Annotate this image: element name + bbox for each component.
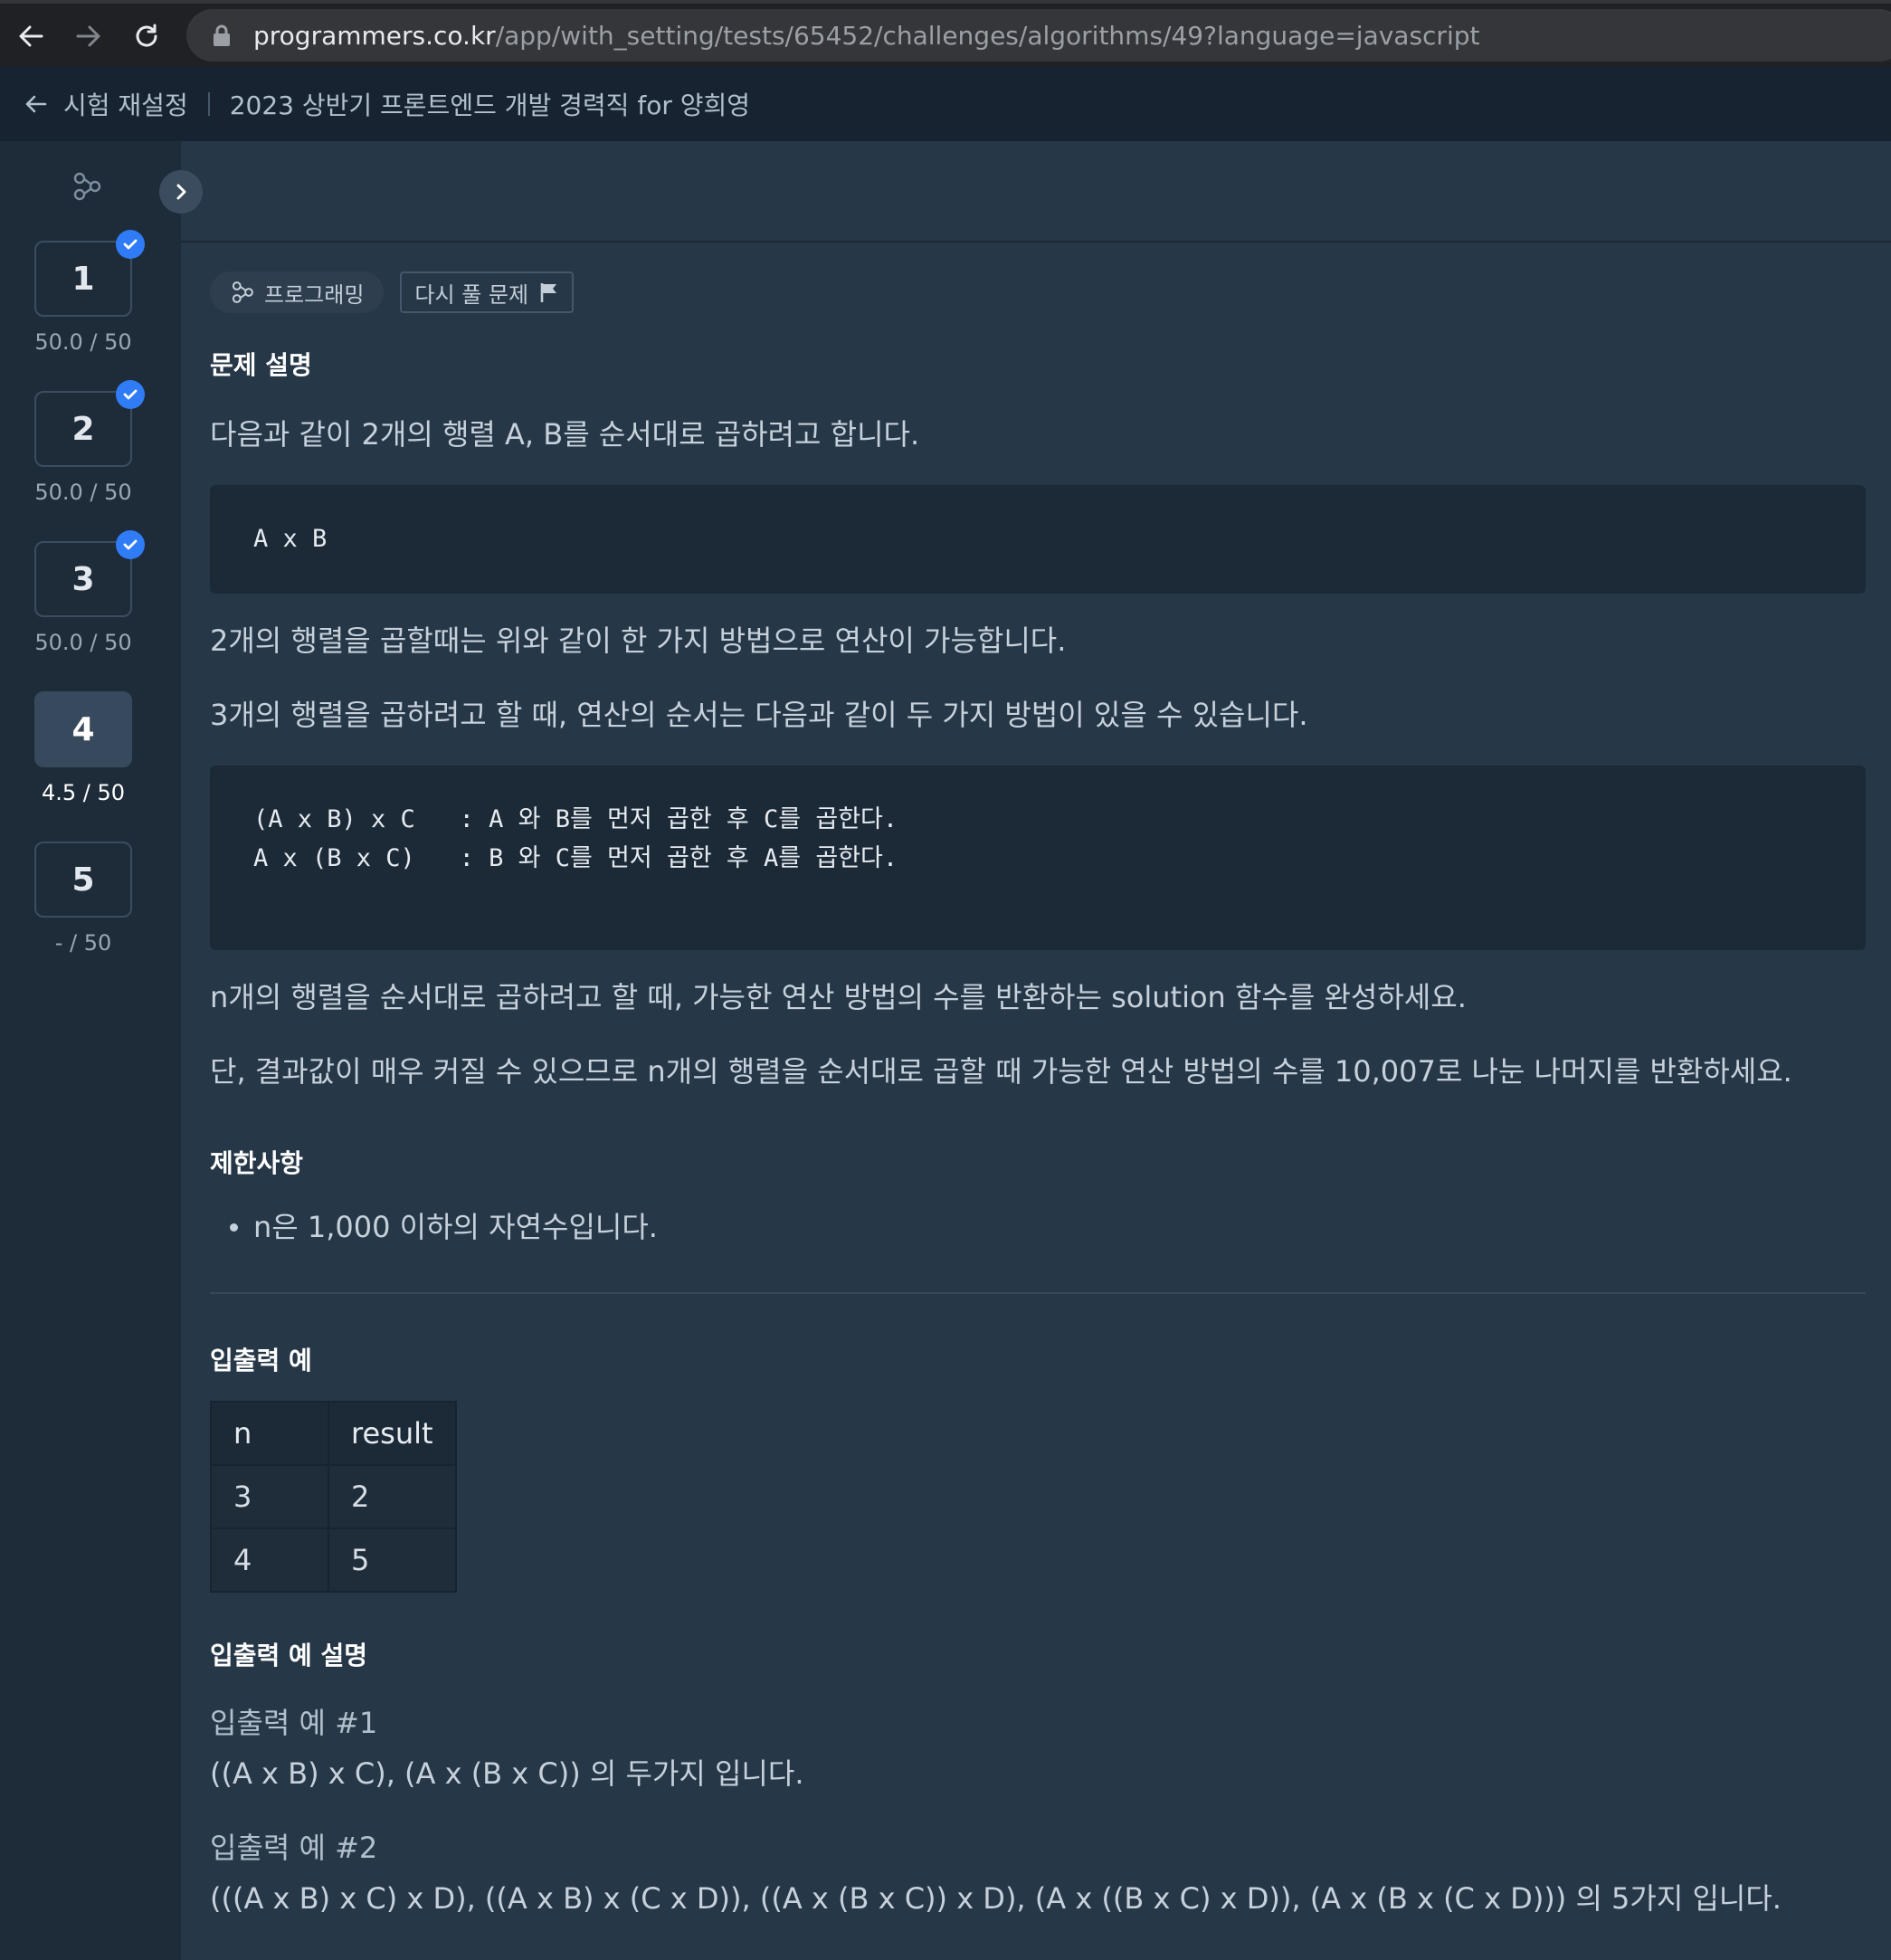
reset-exam-link[interactable]: 시험 재설정 — [24, 86, 188, 122]
example-text: (((A x B) x C) x D), ((A x B) x (C x D))… — [210, 1881, 1782, 1916]
table-cell: 2 — [328, 1464, 457, 1529]
sidebar-toggle-button[interactable] — [159, 170, 203, 214]
browser-toolbar: programmers.co.kr/app/with_setting/tests… — [0, 0, 1891, 67]
check-icon — [116, 380, 145, 409]
table-cell: 4 — [210, 1527, 329, 1593]
arrow-right-icon — [76, 25, 100, 47]
chevron-right-icon — [176, 184, 186, 200]
example-text: ((A x B) x C), (A x (B x C)) 의 두가지 입니다. — [210, 1756, 804, 1791]
programming-icon — [232, 281, 253, 303]
table-row: 4 5 — [210, 1527, 457, 1593]
question-score: 50.0 / 50 — [34, 329, 132, 355]
table-header-row: n result — [210, 1401, 457, 1466]
problem-paragraph: 2개의 행렬을 곱할때는 위와 같이 한 가지 방법으로 연산이 가능합니다. — [210, 623, 1067, 658]
question-score: 4.5 / 50 — [41, 780, 126, 805]
header-divider — [207, 92, 210, 116]
retry-label: 다시 풀 문제 — [414, 281, 529, 308]
limits-heading: 제한사항 — [210, 1148, 304, 1178]
programming-icon — [73, 172, 101, 201]
category-badge: 프로그래밍 — [210, 271, 385, 313]
code-block: A x B — [210, 485, 1866, 594]
code-block: (A x B) x C : A 와 B를 먼저 곱한 후 C를 곱한다. A x … — [210, 766, 1866, 950]
problem-paragraph: 단, 결과값이 매우 커질 수 있으므로 n개의 행렬을 순서대로 곱할 때 가… — [210, 1054, 1792, 1089]
question-4[interactable]: 4 4.5 / 50 — [34, 691, 136, 805]
arrow-left-icon — [25, 95, 47, 113]
reset-exam-label: 시험 재설정 — [63, 90, 188, 120]
app-header: 시험 재설정 2023 상반기 프론트엔드 개발 경력직 for 양희영 — [0, 67, 1891, 141]
table-header-cell: n — [210, 1401, 329, 1466]
browser-reload-button[interactable] — [127, 16, 166, 56]
exam-title: 2023 상반기 프론트엔드 개발 경력직 for 양희영 — [229, 90, 751, 120]
question-score: 50.0 / 50 — [34, 630, 132, 655]
check-icon — [116, 230, 145, 259]
problem-paragraph: 다음과 같이 2개의 행렬 A, B를 순서대로 곱하려고 합니다. — [210, 417, 920, 452]
arrow-left-icon — [19, 25, 43, 47]
table-cell: 3 — [210, 1464, 329, 1529]
retry-problem-button[interactable]: 다시 풀 문제 — [400, 271, 575, 313]
category-label: 프로그래밍 — [264, 281, 365, 308]
problem-paragraph: 3개의 행렬을 곱하려고 할 때, 연산의 순서는 다음과 같이 두 가지 방법… — [210, 698, 1308, 732]
io-heading: 입출력 예 — [210, 1346, 312, 1375]
flag-icon — [540, 283, 557, 302]
example-title: 입출력 예 #2 — [210, 1831, 378, 1865]
section-divider — [210, 1292, 1866, 1294]
question-number: 5 — [34, 842, 132, 918]
address-bar[interactable]: programmers.co.kr/app/with_setting/tests… — [186, 9, 1891, 62]
example-title: 입출력 예 #1 — [210, 1706, 378, 1740]
limits-list: n은 1,000 이하의 자연수입니다. — [210, 1207, 658, 1247]
reload-icon — [136, 24, 157, 47]
browser-back-button[interactable] — [11, 16, 51, 56]
question-score: - / 50 — [54, 930, 112, 956]
problem-paragraph: n개의 행렬을 순서대로 곱하려고 할 때, 가능한 연산 방법의 수를 반환하… — [210, 980, 1467, 1014]
question-sidebar: 1 50.0 / 50 2 50.0 / 50 3 50.0 / 50 4 4.… — [0, 141, 181, 1960]
check-icon — [116, 530, 145, 559]
question-number: 4 — [34, 691, 132, 767]
url-text: programmers.co.kr/app/with_setting/tests… — [253, 20, 1480, 51]
question-score: 50.0 / 50 — [34, 480, 132, 505]
question-2[interactable]: 2 50.0 / 50 — [34, 380, 145, 505]
table-header-cell: result — [328, 1401, 457, 1466]
browser-forward-button[interactable] — [69, 16, 109, 56]
table-cell: 5 — [328, 1527, 457, 1593]
content-divider — [181, 241, 1891, 243]
problem-badges: 프로그래밍 다시 풀 문제 — [210, 271, 575, 313]
io-explain-heading: 입출력 예 설명 — [210, 1641, 368, 1670]
io-table: n result 3 2 4 5 — [210, 1401, 457, 1593]
question-1[interactable]: 1 50.0 / 50 — [34, 230, 145, 355]
question-5[interactable]: 5 - / 50 — [34, 842, 136, 956]
question-3[interactable]: 3 50.0 / 50 — [34, 530, 145, 655]
table-row: 3 2 — [210, 1464, 457, 1529]
lock-icon — [214, 24, 230, 46]
problem-heading: 문제 설명 — [210, 350, 312, 380]
list-item: n은 1,000 이하의 자연수입니다. — [230, 1207, 658, 1247]
